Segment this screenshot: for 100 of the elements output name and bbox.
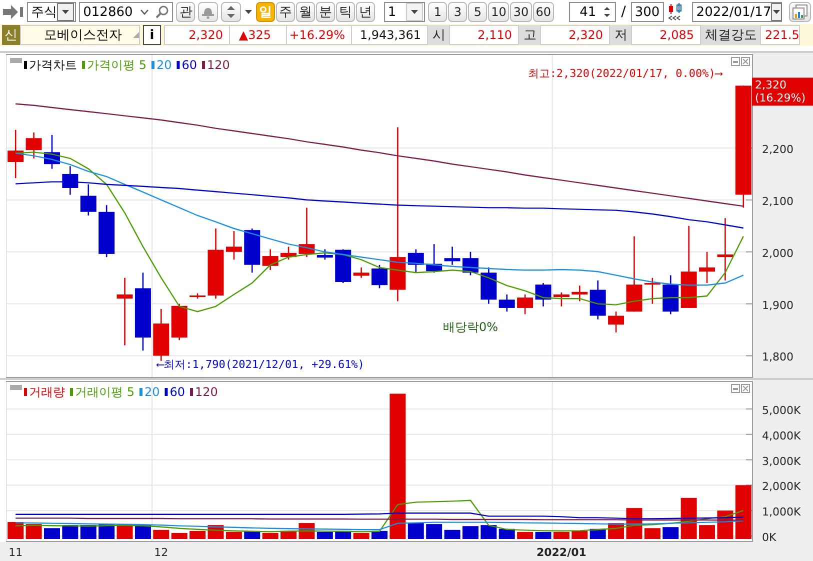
axis-label: 2,100 bbox=[762, 194, 794, 208]
axis-label: 1,000K bbox=[762, 506, 801, 519]
legend-label: 60 bbox=[182, 58, 198, 72]
axis-label: 4,000K bbox=[762, 429, 801, 442]
field-value: 2,085 bbox=[631, 25, 701, 45]
candlestick bbox=[26, 132, 42, 158]
legend-label: 20 bbox=[144, 385, 160, 399]
interval-button[interactable]: 30 bbox=[510, 2, 532, 22]
axis-label: 12 bbox=[154, 546, 168, 559]
candlestick bbox=[62, 166, 78, 195]
candlestick bbox=[298, 208, 315, 258]
interval-button[interactable]: 60 bbox=[532, 2, 554, 22]
period-tab[interactable]: 분 bbox=[316, 2, 335, 22]
price-value: 2,320 bbox=[164, 25, 230, 45]
annotation-label: ⟵최저:1,790(2021/12/01, +29.61%) bbox=[157, 358, 364, 371]
field-label: 체결강도 bbox=[701, 25, 761, 45]
candlestick bbox=[208, 228, 224, 299]
candlestick bbox=[153, 309, 170, 361]
field-label: 고 bbox=[519, 25, 541, 45]
field-value: 2,110 bbox=[449, 25, 519, 45]
candlestick bbox=[535, 283, 552, 306]
volume-bar bbox=[644, 528, 660, 539]
legend-label: 거래이평 5 bbox=[75, 385, 134, 399]
volume-bar bbox=[44, 528, 60, 539]
candlestick bbox=[8, 130, 24, 178]
candlestick bbox=[498, 294, 515, 312]
volume-bar bbox=[699, 525, 715, 539]
period-tab[interactable]: 주 bbox=[276, 2, 295, 22]
candlestick bbox=[44, 135, 60, 169]
candlestick bbox=[244, 228, 260, 273]
period-tab[interactable]: 틱 bbox=[336, 2, 355, 22]
field-label: 시 bbox=[428, 25, 450, 45]
candlestick bbox=[462, 252, 478, 276]
candlestick bbox=[480, 267, 497, 304]
panel-buttons-icon[interactable] bbox=[731, 384, 750, 393]
candlestick bbox=[226, 231, 242, 260]
candlestick bbox=[190, 293, 206, 299]
field-value: 2,320 bbox=[540, 25, 610, 45]
volume-bar bbox=[8, 522, 24, 539]
axis-label: 2022/01 bbox=[536, 546, 586, 559]
candlestick bbox=[262, 249, 278, 270]
volume-bar bbox=[426, 524, 442, 539]
candlestick bbox=[608, 312, 624, 332]
candlestick bbox=[426, 244, 442, 273]
stock-code-field[interactable]: 012860 bbox=[79, 2, 174, 22]
candlestick bbox=[644, 278, 660, 304]
candlestick bbox=[316, 249, 333, 260]
panel-handle-icon[interactable] bbox=[10, 385, 22, 390]
alert-button[interactable] bbox=[198, 2, 218, 22]
legend-label: 120 bbox=[195, 385, 218, 399]
axis-label: 2,000K bbox=[762, 480, 801, 494]
period-tab[interactable]: 년 bbox=[356, 2, 375, 22]
last-price-tag: 2,320 (16.29%) bbox=[752, 78, 813, 106]
related-button[interactable]: 관 bbox=[176, 2, 196, 22]
up-down-arrows-icon bbox=[602, 4, 612, 20]
candlestick bbox=[590, 280, 606, 320]
panel-buttons-icon[interactable] bbox=[731, 57, 750, 66]
interval-button[interactable]: 1 bbox=[428, 2, 448, 22]
volume-value: 1,943,361 bbox=[351, 25, 428, 45]
axis-label: 2,200 bbox=[762, 143, 794, 156]
resize-grip-icon bbox=[133, 32, 139, 38]
annotation-label: 배당락0% bbox=[443, 320, 498, 334]
period-tab[interactable]: 월 bbox=[296, 2, 315, 22]
axis-label: 1,800 bbox=[762, 350, 794, 364]
annotation-label: 최고:2,320(2022/01/17, 0.00%)⟶ bbox=[528, 67, 722, 80]
multiplier-dropdown[interactable]: 1 bbox=[384, 2, 426, 22]
volume-bar bbox=[662, 527, 679, 539]
candlestick-icon[interactable] bbox=[667, 3, 684, 21]
interval-button[interactable]: 3 bbox=[448, 2, 468, 22]
volume-bar bbox=[462, 526, 478, 539]
change-value: ▲325 bbox=[229, 25, 287, 45]
field-label: 저 bbox=[610, 25, 632, 45]
search-icon bbox=[155, 5, 170, 19]
info-button[interactable]: i bbox=[143, 25, 161, 45]
candlestick bbox=[335, 249, 352, 284]
panel-handle-icon[interactable] bbox=[10, 58, 22, 63]
total-count-field[interactable]: 300 bbox=[630, 2, 664, 22]
axis-label: 2,000 bbox=[762, 246, 794, 260]
view-count-field[interactable]: 41 bbox=[568, 2, 616, 22]
interval-button[interactable]: 5 bbox=[468, 2, 488, 22]
stock-name-field[interactable]: 모베이스전자 bbox=[20, 25, 140, 45]
bar-chart-icon bbox=[792, 4, 808, 20]
date-dropdown[interactable]: 2022/01/17 bbox=[692, 2, 782, 22]
chevron-icon bbox=[140, 9, 150, 15]
legend-label: 120 bbox=[207, 58, 230, 72]
legend-label: 20 bbox=[156, 58, 172, 72]
chart-window-button[interactable] bbox=[789, 2, 812, 22]
caret-icon bbox=[244, 8, 253, 16]
bell-icon bbox=[201, 5, 216, 19]
arrow-icon[interactable] bbox=[2, 4, 24, 20]
caret-icon bbox=[772, 8, 782, 16]
up-down-arrows-icon bbox=[226, 4, 236, 20]
separator-text: / bbox=[620, 4, 627, 20]
axis-label: 11 bbox=[8, 546, 23, 559]
caret-icon bbox=[61, 8, 70, 16]
interval-button[interactable]: 10 bbox=[488, 2, 510, 22]
spin-button[interactable] bbox=[221, 2, 241, 22]
candlestick bbox=[444, 246, 460, 265]
axis-label: 3,000K bbox=[762, 454, 801, 468]
market-dropdown[interactable]: 주식 bbox=[27, 2, 76, 22]
